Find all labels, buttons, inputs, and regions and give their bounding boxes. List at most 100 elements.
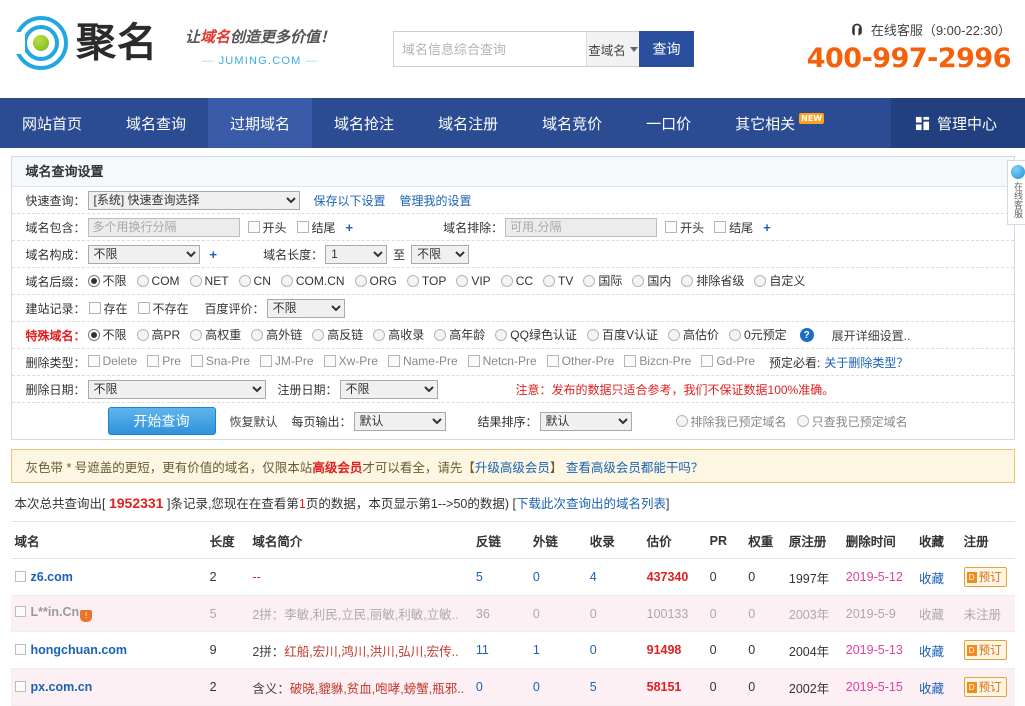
row-checkbox[interactable] xyxy=(15,571,26,582)
suffix-option-10[interactable]: 国际 xyxy=(583,272,622,289)
sort-select[interactable]: 默认 xyxy=(540,412,632,431)
radio-only-booked[interactable]: 只查我已预定域名 xyxy=(797,413,908,430)
book-button[interactable]: D预订 xyxy=(964,567,1007,587)
length-to-select[interactable]: 不限 xyxy=(411,245,469,264)
suffix-option-6[interactable]: TOP xyxy=(407,274,446,288)
suffix-option-11[interactable]: 国内 xyxy=(632,272,671,289)
register-date-select[interactable]: 不限 xyxy=(340,380,438,399)
baidu-rating-select[interactable]: 不限 xyxy=(267,299,345,318)
col-reg-year[interactable]: 原注册 xyxy=(789,522,846,559)
special-option-1[interactable]: 高PR xyxy=(137,326,181,343)
suffix-option-3[interactable]: CN xyxy=(239,274,271,288)
cell-domain[interactable]: hongchuan.com xyxy=(11,632,210,669)
table-row[interactable]: px.com.cn2含义：破晓,貔貅,贫血,咆哮,螃蟹,瓶邪..00558151… xyxy=(11,669,1015,706)
exclude-start-checkbox[interactable]: 开头 xyxy=(665,219,704,236)
domain-link[interactable]: hongchuan.com xyxy=(31,643,128,657)
col-delete-date[interactable]: 删除时间 xyxy=(846,522,919,559)
length-from-select[interactable]: 1 xyxy=(325,245,387,264)
floating-service-widget[interactable]: 在线客服 xyxy=(1007,160,1025,225)
suffix-option-8[interactable]: CC xyxy=(501,274,533,288)
delete-type-option-7[interactable]: Other-Pre xyxy=(547,354,615,368)
radio-exclude-booked[interactable]: 排除我已预定域名 xyxy=(676,413,787,430)
delete-type-option-4[interactable]: Xw-Pre xyxy=(324,354,378,368)
table-row[interactable]: L**in.Cn!52拼：李敏,利民,立民,丽敏,利敏,立敏..36001001… xyxy=(11,596,1015,632)
nav-item-others[interactable]: 其它相关 NEW xyxy=(713,98,846,148)
site-logo[interactable]: 聚名 xyxy=(14,16,158,70)
col-length[interactable]: 长度 xyxy=(210,522,253,559)
start-query-button[interactable]: 开始查询 xyxy=(108,407,216,435)
compose-add-button[interactable]: + xyxy=(210,247,218,262)
col-outlinks[interactable]: 外链 xyxy=(533,522,590,559)
domain-link[interactable]: z6.com xyxy=(31,570,73,584)
delete-type-option-5[interactable]: Name-Pre xyxy=(388,354,458,368)
suffix-option-1[interactable]: COM xyxy=(137,274,180,288)
cell-register[interactable]: D预订 xyxy=(964,632,1015,669)
exclude-input[interactable] xyxy=(505,218,657,237)
special-option-2[interactable]: 高权重 xyxy=(190,326,241,343)
special-option-0[interactable]: 不限 xyxy=(88,326,127,343)
search-input[interactable] xyxy=(394,32,586,66)
delete-type-option-8[interactable]: Bizcn-Pre xyxy=(624,354,691,368)
special-option-9[interactable]: 高估价 xyxy=(668,326,719,343)
compose-select[interactable]: 不限 xyxy=(88,245,200,264)
delete-type-option-9[interactable]: Gd-Pre xyxy=(701,354,755,368)
cell-favorite[interactable]: 收藏 xyxy=(919,559,964,596)
domain-link[interactable]: L**in.Cn xyxy=(31,605,80,619)
nav-item-fixed-price[interactable]: 一口价 xyxy=(624,98,713,148)
table-row[interactable]: z6.com2--504437340001997年2019-5-12收藏D预订 xyxy=(11,559,1015,596)
col-weight[interactable]: 权重 xyxy=(748,522,789,559)
nav-item-domain-search[interactable]: 域名查询 xyxy=(104,98,208,148)
cell-domain[interactable]: px.com.cn xyxy=(11,669,210,706)
delete-type-option-2[interactable]: Sna-Pre xyxy=(191,354,250,368)
row-checkbox[interactable] xyxy=(15,606,26,617)
col-backlinks[interactable]: 反链 xyxy=(476,522,533,559)
cell-register[interactable]: D预订 xyxy=(964,559,1015,596)
suffix-option-13[interactable]: 自定义 xyxy=(754,272,805,289)
special-option-8[interactable]: 百度V认证 xyxy=(587,326,658,343)
about-delete-type-link[interactable]: 关于删除类型？ xyxy=(824,354,908,371)
contains-end-checkbox[interactable]: 结尾 xyxy=(297,219,336,236)
suffix-option-2[interactable]: NET xyxy=(190,274,229,288)
member-benefits-link[interactable]: 查看高级会员都能干吗？ xyxy=(566,457,704,476)
suffix-option-12[interactable]: 排除省级 xyxy=(681,272,744,289)
restore-default-link[interactable]: 恢复默认 xyxy=(230,413,278,430)
row-checkbox[interactable] xyxy=(15,644,26,655)
domain-link[interactable]: px.com.cn xyxy=(31,680,93,694)
upgrade-member-link[interactable]: 升级高级会员 xyxy=(475,457,550,476)
quick-query-select[interactable]: [系统] 快速查询选择 xyxy=(88,191,300,210)
table-row[interactable]: hongchuan.com92拼：红船,宏川,鸿川,洪川,弘川,宏传..1110… xyxy=(11,632,1015,669)
search-scope-dropdown[interactable]: 查域名 xyxy=(586,32,639,66)
col-domain[interactable]: 域名 xyxy=(11,522,210,559)
delete-type-option-6[interactable]: Netcn-Pre xyxy=(468,354,537,368)
delete-type-option-0[interactable]: Delete xyxy=(88,354,138,368)
favorite-link[interactable]: 收藏 xyxy=(919,608,944,622)
contains-add-button[interactable]: + xyxy=(346,220,354,235)
save-settings-link[interactable]: 保存以下设置 xyxy=(314,192,386,209)
site-record-not-exists-checkbox[interactable]: 不存在 xyxy=(138,300,189,317)
col-valuation[interactable]: 估价 xyxy=(647,522,710,559)
nav-item-management-center[interactable]: 管理中心 xyxy=(891,98,1025,148)
contains-input[interactable] xyxy=(88,218,240,237)
nav-item-home[interactable]: 网站首页 xyxy=(0,98,104,148)
special-option-6[interactable]: 高年龄 xyxy=(434,326,485,343)
book-button[interactable]: D预订 xyxy=(964,677,1007,697)
exclude-end-checkbox[interactable]: 结尾 xyxy=(714,219,753,236)
cell-domain[interactable]: L**in.Cn! xyxy=(11,596,210,632)
special-option-5[interactable]: 高收录 xyxy=(373,326,424,343)
suffix-option-7[interactable]: VIP xyxy=(456,274,490,288)
download-list-link[interactable]: 下载此次查询出的域名列表 xyxy=(516,497,666,511)
suffix-option-5[interactable]: ORG xyxy=(355,274,397,288)
cell-favorite[interactable]: 收藏 xyxy=(919,632,964,669)
favorite-link[interactable]: 收藏 xyxy=(919,682,944,696)
search-button[interactable]: 查询 xyxy=(639,31,694,67)
nav-item-domain-backorder[interactable]: 域名抢注 xyxy=(312,98,416,148)
favorite-link[interactable]: 收藏 xyxy=(919,645,944,659)
suffix-option-0[interactable]: 不限 xyxy=(88,272,127,289)
nav-item-domain-auction[interactable]: 域名竞价 xyxy=(520,98,624,148)
special-option-3[interactable]: 高外链 xyxy=(251,326,302,343)
col-pr[interactable]: PR xyxy=(710,522,749,559)
cell-favorite[interactable]: 收藏 xyxy=(919,596,964,632)
nav-item-expired-domains[interactable]: 过期域名 xyxy=(208,98,312,148)
book-button[interactable]: D预订 xyxy=(964,640,1007,660)
site-record-exists-checkbox[interactable]: 存在 xyxy=(89,300,128,317)
